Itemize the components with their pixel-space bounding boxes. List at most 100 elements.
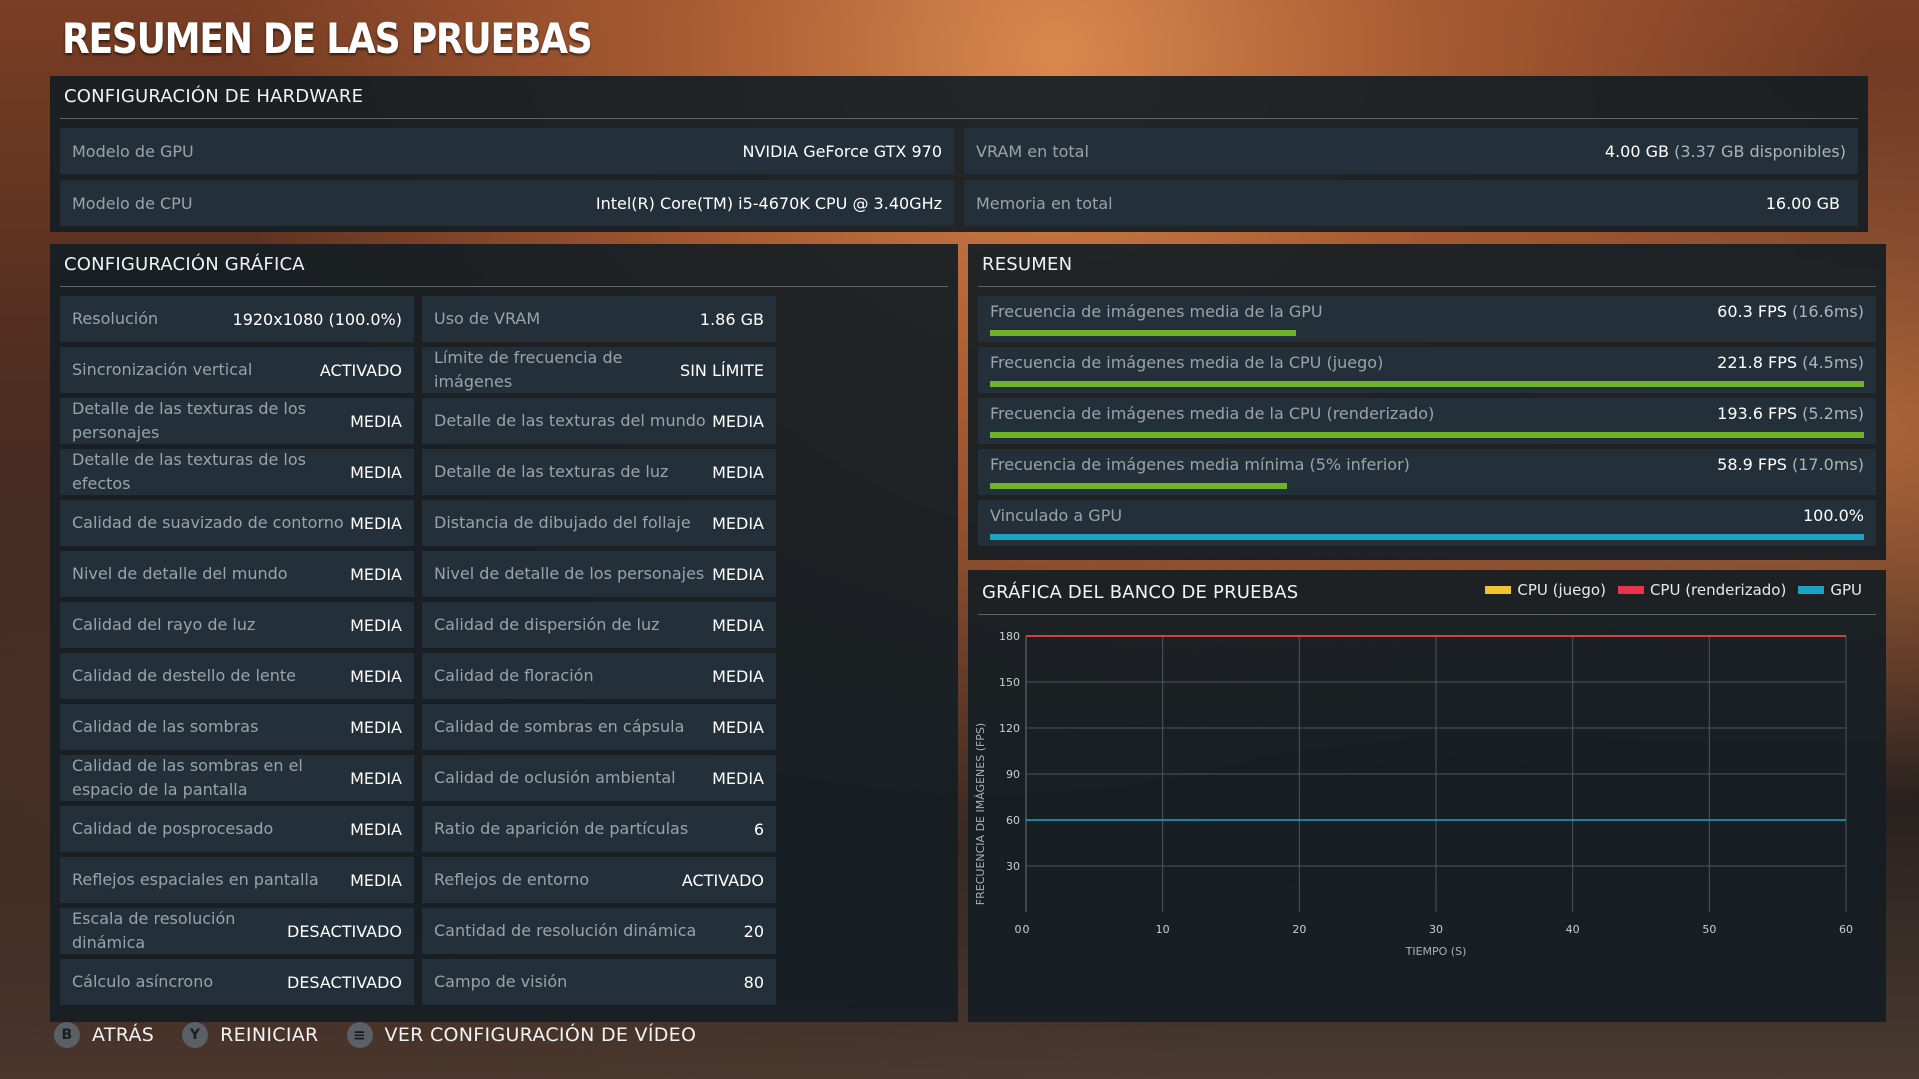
summary-bar-track [990, 483, 1864, 489]
y-axis-label: FRECUENCIA DE IMÁGENES (FPS) [974, 723, 987, 905]
setting-row: Distancia de dibujado del follaje MEDIA [422, 500, 776, 546]
setting-row: Detalle de las texturas del mundo MEDIA [422, 398, 776, 444]
setting-label: Campo de visión [434, 972, 568, 991]
y-tick-label: 180 [999, 630, 1020, 643]
setting-value: 6 [753, 819, 764, 839]
setting-label: Calidad de suavizado de contorno [72, 513, 344, 532]
setting-value: MEDIA [350, 564, 402, 584]
setting-row: Calidad de floración MEDIA [422, 653, 776, 699]
memory-total-row: Memoria en total 16.00 GB [964, 180, 1858, 226]
setting-label: Calidad de dispersión de luz [434, 615, 660, 634]
summary-row: Frecuencia de imágenes media de la CPU (… [978, 347, 1876, 393]
summary-value: 100.0% [1803, 506, 1864, 525]
setting-value: MEDIA [350, 768, 402, 788]
summary-bar-fill [990, 381, 1864, 387]
setting-row: Reflejos de entorno ACTIVADO [422, 857, 776, 903]
x-tick-label: 60 [1839, 923, 1853, 936]
setting-label: Detalle de las texturas de los personaje… [72, 399, 306, 442]
summary-value: 221.8 FPS (4.5ms) [1717, 353, 1864, 372]
setting-row: Sincronización vertical ACTIVADO [60, 347, 414, 393]
summary-fps: 193.6 FPS [1717, 404, 1798, 423]
setting-row: Detalle de las texturas de los efectos ME… [60, 449, 414, 495]
x-tick-label: 30 [1429, 923, 1443, 936]
gpu-model-label: Modelo de GPU [72, 141, 194, 161]
setting-row: Campo de visión 80 [422, 959, 776, 1005]
setting-row: Cálculo asíncrono DESACTIVADO [60, 959, 414, 1005]
setting-value: 1920x1080 (100.0%) [232, 309, 402, 329]
setting-label: Nivel de detalle de los personajes [434, 564, 705, 583]
setting-value: MEDIA [712, 411, 764, 431]
summary-bar-fill [990, 432, 1864, 438]
setting-label: Detalle de las texturas del mundo [434, 411, 706, 430]
summary-bar-track [990, 534, 1864, 540]
summary-frametime: (16.6ms) [1791, 302, 1864, 321]
vram-total-amount: 4.00 GB [1604, 141, 1669, 161]
summary-bar-fill [990, 330, 1296, 336]
y-tick-label: 30 [1006, 860, 1020, 873]
setting-value: MEDIA [350, 819, 402, 839]
setting-label: Calidad de las sombras en el espacio de … [72, 756, 303, 799]
summary-label: Vinculado a GPU [990, 506, 1123, 525]
setting-row: Calidad de posprocesado MEDIA [60, 806, 414, 852]
view-video-settings-button[interactable]: ≡ VER CONFIGURACIÓN DE VÍDEO [346, 1022, 697, 1048]
setting-label: Escala de resolución dinámica [72, 909, 236, 952]
summary-label: Frecuencia de imágenes media mínima (5% … [990, 455, 1410, 474]
setting-value: MEDIA [350, 411, 402, 431]
restart-button[interactable]: Y REINICIAR [182, 1022, 318, 1048]
y-tick-label: 120 [999, 722, 1020, 735]
setting-value: MEDIA [712, 462, 764, 482]
setting-row: Calidad de suavizado de contorno MEDIA [60, 500, 414, 546]
gpu-model-row: Modelo de GPU NVIDIA GeForce GTX 970 [60, 128, 954, 174]
divider [978, 286, 1876, 287]
summary-row: Frecuencia de imágenes media mínima (5% … [978, 449, 1876, 495]
summary-bar-fill [990, 534, 1864, 540]
setting-value: MEDIA [350, 513, 402, 533]
memory-total-value: 16.00 GB [1765, 193, 1840, 213]
setting-row: Calidad de destello de lente MEDIA [60, 653, 414, 699]
summary-frametime: (5.2ms) [1802, 404, 1864, 423]
summary-frametime: (4.5ms) [1802, 353, 1864, 372]
setting-label: Cálculo asíncrono [72, 972, 214, 991]
setting-value: MEDIA [712, 768, 764, 788]
setting-row: Calidad de dispersión de luz MEDIA [422, 602, 776, 648]
setting-label: Calidad de las sombras [72, 717, 259, 736]
back-label: ATRÁS [92, 1024, 155, 1046]
setting-value: DESACTIVADO [287, 972, 402, 992]
setting-row: Detalle de las texturas de los personaje… [60, 398, 414, 444]
divider [60, 286, 948, 287]
memory-total-label: Memoria en total [976, 193, 1113, 213]
setting-row: Detalle de las texturas de luz MEDIA [422, 449, 776, 495]
setting-value: 80 [743, 972, 764, 992]
x-tick-label: 50 [1702, 923, 1716, 936]
setting-row: Ratio de aparición de partículas 6 [422, 806, 776, 852]
setting-value: SIN LÍMITE [680, 360, 764, 380]
summary-bar-track [990, 381, 1864, 387]
page-title: RESUMEN DE LAS PRUEBAS [62, 14, 593, 63]
setting-value: MEDIA [712, 666, 764, 686]
setting-row: Calidad de oclusión ambiental MEDIA [422, 755, 776, 801]
summary-label: Frecuencia de imágenes media de la CPU (… [990, 404, 1435, 423]
benchmark-chart: 0 10 20 30 40 50 60 30 60 90 120 150 180 0 TIEMPO (S) F… [974, 630, 1853, 958]
setting-row: Reflejos espaciales en pantalla MEDIA [60, 857, 414, 903]
x-tick-label: 40 [1566, 923, 1580, 936]
setting-label: Ratio de aparición de partículas [434, 819, 689, 838]
setting-label: Calidad de destello de lente [72, 666, 297, 685]
summary-fps: 100.0% [1802, 506, 1864, 525]
setting-row: Uso de VRAM 1.86 GB [422, 296, 776, 342]
restart-label: REINICIAR [220, 1024, 319, 1046]
setting-row: Calidad de las sombras MEDIA [60, 704, 414, 750]
setting-label: Reflejos espaciales en pantalla [72, 870, 319, 889]
setting-label: Reflejos de entorno [434, 870, 590, 889]
setting-value: MEDIA [712, 615, 764, 635]
y-tick-label: 150 [999, 676, 1020, 689]
back-button[interactable]: B ATRÁS [54, 1022, 154, 1048]
x-tick-label: 0 [1015, 923, 1022, 936]
summary-bar-fill [990, 483, 1288, 489]
b-button-icon: B [54, 1022, 80, 1048]
view-video-settings-label: VER CONFIGURACIÓN DE VÍDEO [384, 1024, 697, 1046]
setting-value: MEDIA [712, 564, 764, 584]
setting-row: Calidad de sombras en cápsula MEDIA [422, 704, 776, 750]
setting-value: MEDIA [350, 717, 402, 737]
benchmark-chart-panel: GRÁFICA DEL BANCO DE PRUEBAS CPU (juego)… [968, 570, 1886, 1022]
y-tick-label: 60 [1006, 814, 1020, 827]
